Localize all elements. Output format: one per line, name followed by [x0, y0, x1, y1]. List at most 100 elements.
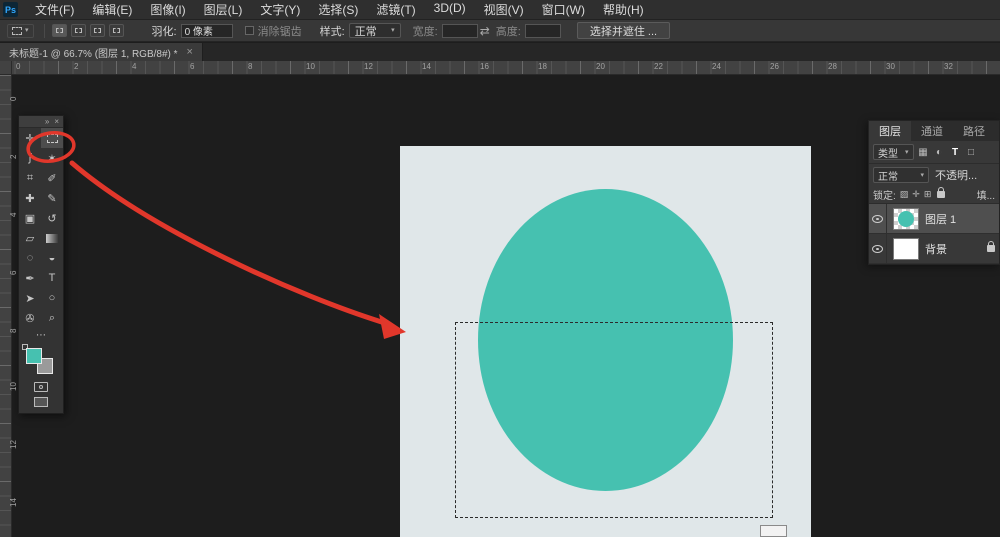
- width-input[interactable]: [442, 24, 478, 38]
- blend-mode-select[interactable]: 正常 ▾: [873, 167, 929, 183]
- canvas-bottom-chip: [760, 525, 787, 537]
- move-tool[interactable]: ✛: [19, 128, 41, 148]
- height-label: 高度:: [496, 23, 521, 39]
- tab-channels[interactable]: 通道: [911, 121, 953, 141]
- filter-type-select[interactable]: 类型 ▾: [873, 144, 914, 160]
- edit-toolbar-button[interactable]: ⋯: [19, 328, 63, 343]
- dodge-icon: ◒: [49, 252, 56, 264]
- hand-tool[interactable]: ✇: [19, 308, 41, 328]
- crop-tool[interactable]: ⌗: [19, 168, 41, 188]
- feather-input[interactable]: [181, 24, 233, 38]
- pixel-filter-icon[interactable]: ▦: [917, 145, 930, 159]
- history-brush-tool[interactable]: ↺: [41, 208, 63, 228]
- style-value: 正常: [355, 23, 377, 39]
- layer-thumbnail[interactable]: [893, 208, 919, 230]
- lock-all-icon[interactable]: [937, 191, 945, 198]
- ruler-number: 6: [9, 271, 18, 275]
- canvas[interactable]: [400, 146, 811, 537]
- path-selection-tool[interactable]: ➤: [19, 288, 41, 308]
- lasso-tool[interactable]: ʃ: [19, 148, 41, 168]
- type-tool[interactable]: T: [41, 268, 63, 288]
- ruler-number: 24: [712, 62, 721, 71]
- layer-thumbnail[interactable]: [893, 238, 919, 260]
- rect-marquee-icon: [12, 27, 22, 35]
- eyedropper-tool[interactable]: ✐: [41, 168, 63, 188]
- fill-label: 填...: [977, 187, 995, 202]
- blur-icon: ◌: [27, 252, 34, 264]
- menu-item-7[interactable]: 滤镜(T): [367, 1, 424, 18]
- lock-artboard-icon[interactable]: ⊞: [924, 189, 932, 200]
- add-to-selection-icon[interactable]: [71, 24, 86, 37]
- zoom-icon: ⌕: [49, 312, 55, 325]
- quick-selection-tool[interactable]: ✶: [41, 148, 63, 168]
- lock-position-icon[interactable]: ✛: [912, 189, 920, 200]
- ruler-number: 2: [9, 155, 18, 159]
- screen-mode-icon[interactable]: [34, 397, 48, 407]
- shape-tool[interactable]: ○: [41, 288, 63, 308]
- adjustment-filter-icon[interactable]: ◐: [933, 145, 946, 159]
- layer-row-background[interactable]: 背景: [869, 234, 999, 264]
- menu-item-3[interactable]: 图像(I): [141, 1, 194, 18]
- subtract-from-selection-icon[interactable]: [90, 24, 105, 37]
- foreground-color-swatch[interactable]: [26, 348, 42, 364]
- path-select-icon: ➤: [25, 292, 34, 305]
- menu-item-9[interactable]: 视图(V): [475, 1, 533, 18]
- brush-tool[interactable]: ✎: [41, 188, 63, 208]
- healing-icon: ✚: [25, 192, 34, 205]
- layer-row-layer1[interactable]: 图层 1: [869, 204, 999, 234]
- menu-item-6[interactable]: 选择(S): [309, 1, 367, 18]
- layer-name[interactable]: 背景: [925, 241, 947, 257]
- teal-circle-thumb: [898, 211, 914, 227]
- tab-layers[interactable]: 图层: [869, 121, 911, 141]
- quick-mask-icon[interactable]: [34, 382, 48, 392]
- menu-item-1[interactable]: 文件(F): [26, 1, 83, 18]
- eye-icon: [872, 245, 883, 253]
- height-input[interactable]: [525, 24, 561, 38]
- menu-item-2[interactable]: 编辑(E): [83, 1, 141, 18]
- rect-marquee-icon: [47, 134, 58, 143]
- zoom-tool[interactable]: ⌕: [41, 308, 63, 328]
- tab-paths[interactable]: 路径: [953, 121, 995, 141]
- gradient-icon: [46, 234, 58, 243]
- menu-item-11[interactable]: 帮助(H): [594, 1, 653, 18]
- menu-item-8[interactable]: 3D(D): [425, 1, 475, 18]
- healing-brush-tool[interactable]: ✚: [19, 188, 41, 208]
- lock-transparency-icon[interactable]: ▨: [900, 189, 909, 200]
- menu-item-4[interactable]: 图层(L): [195, 1, 252, 18]
- antialias-label: 消除锯齿: [258, 23, 302, 39]
- close-panel-icon[interactable]: ×: [54, 117, 59, 126]
- gradient-tool[interactable]: [41, 228, 63, 248]
- hand-icon: ✇: [25, 312, 34, 325]
- ruler-number: 18: [538, 62, 547, 71]
- menu-item-5[interactable]: 文字(Y): [251, 1, 309, 18]
- ruler-horizontal[interactable]: 02468101214161820222426283032: [0, 61, 1000, 75]
- width-label: 宽度:: [413, 23, 438, 39]
- close-tab-icon[interactable]: ×: [187, 46, 193, 58]
- visibility-toggle[interactable]: [869, 204, 887, 233]
- select-and-mask-button[interactable]: 选择并遮住 ...: [577, 22, 670, 39]
- shape-filter-icon[interactable]: □: [965, 145, 978, 159]
- visibility-toggle[interactable]: [869, 234, 887, 263]
- ruler-corner: [0, 61, 12, 75]
- eraser-tool[interactable]: ▱: [19, 228, 41, 248]
- lock-label: 锁定:: [873, 187, 896, 202]
- ruler-number: 16: [480, 62, 489, 71]
- blur-tool[interactable]: ◌: [19, 248, 41, 268]
- rect-marquee-tool[interactable]: [41, 128, 63, 148]
- ruler-vertical[interactable]: 02468101214: [0, 75, 12, 537]
- style-select[interactable]: 正常 ▾: [349, 23, 401, 38]
- document-tab-title: 未标题-1 @ 66.7% (图层 1, RGB/8#) *: [9, 45, 178, 60]
- pen-tool[interactable]: ✒: [19, 268, 41, 288]
- dodge-tool[interactable]: ◒: [41, 248, 63, 268]
- menu-item-10[interactable]: 窗口(W): [533, 1, 594, 18]
- layer-name[interactable]: 图层 1: [925, 211, 956, 227]
- intersect-selection-icon[interactable]: [109, 24, 124, 37]
- swap-dimensions-icon[interactable]: ⇄: [480, 24, 490, 38]
- photoshop-logo-icon[interactable]: Ps: [3, 2, 18, 17]
- tool-preset-dropdown[interactable]: ▾: [7, 24, 34, 38]
- document-tab[interactable]: 未标题-1 @ 66.7% (图层 1, RGB/8#) * ×: [0, 43, 203, 61]
- new-selection-icon[interactable]: [52, 24, 67, 37]
- clone-stamp-tool[interactable]: ▣: [19, 208, 41, 228]
- type-filter-icon[interactable]: T: [949, 145, 962, 159]
- collapse-panel-icon[interactable]: »: [45, 117, 49, 126]
